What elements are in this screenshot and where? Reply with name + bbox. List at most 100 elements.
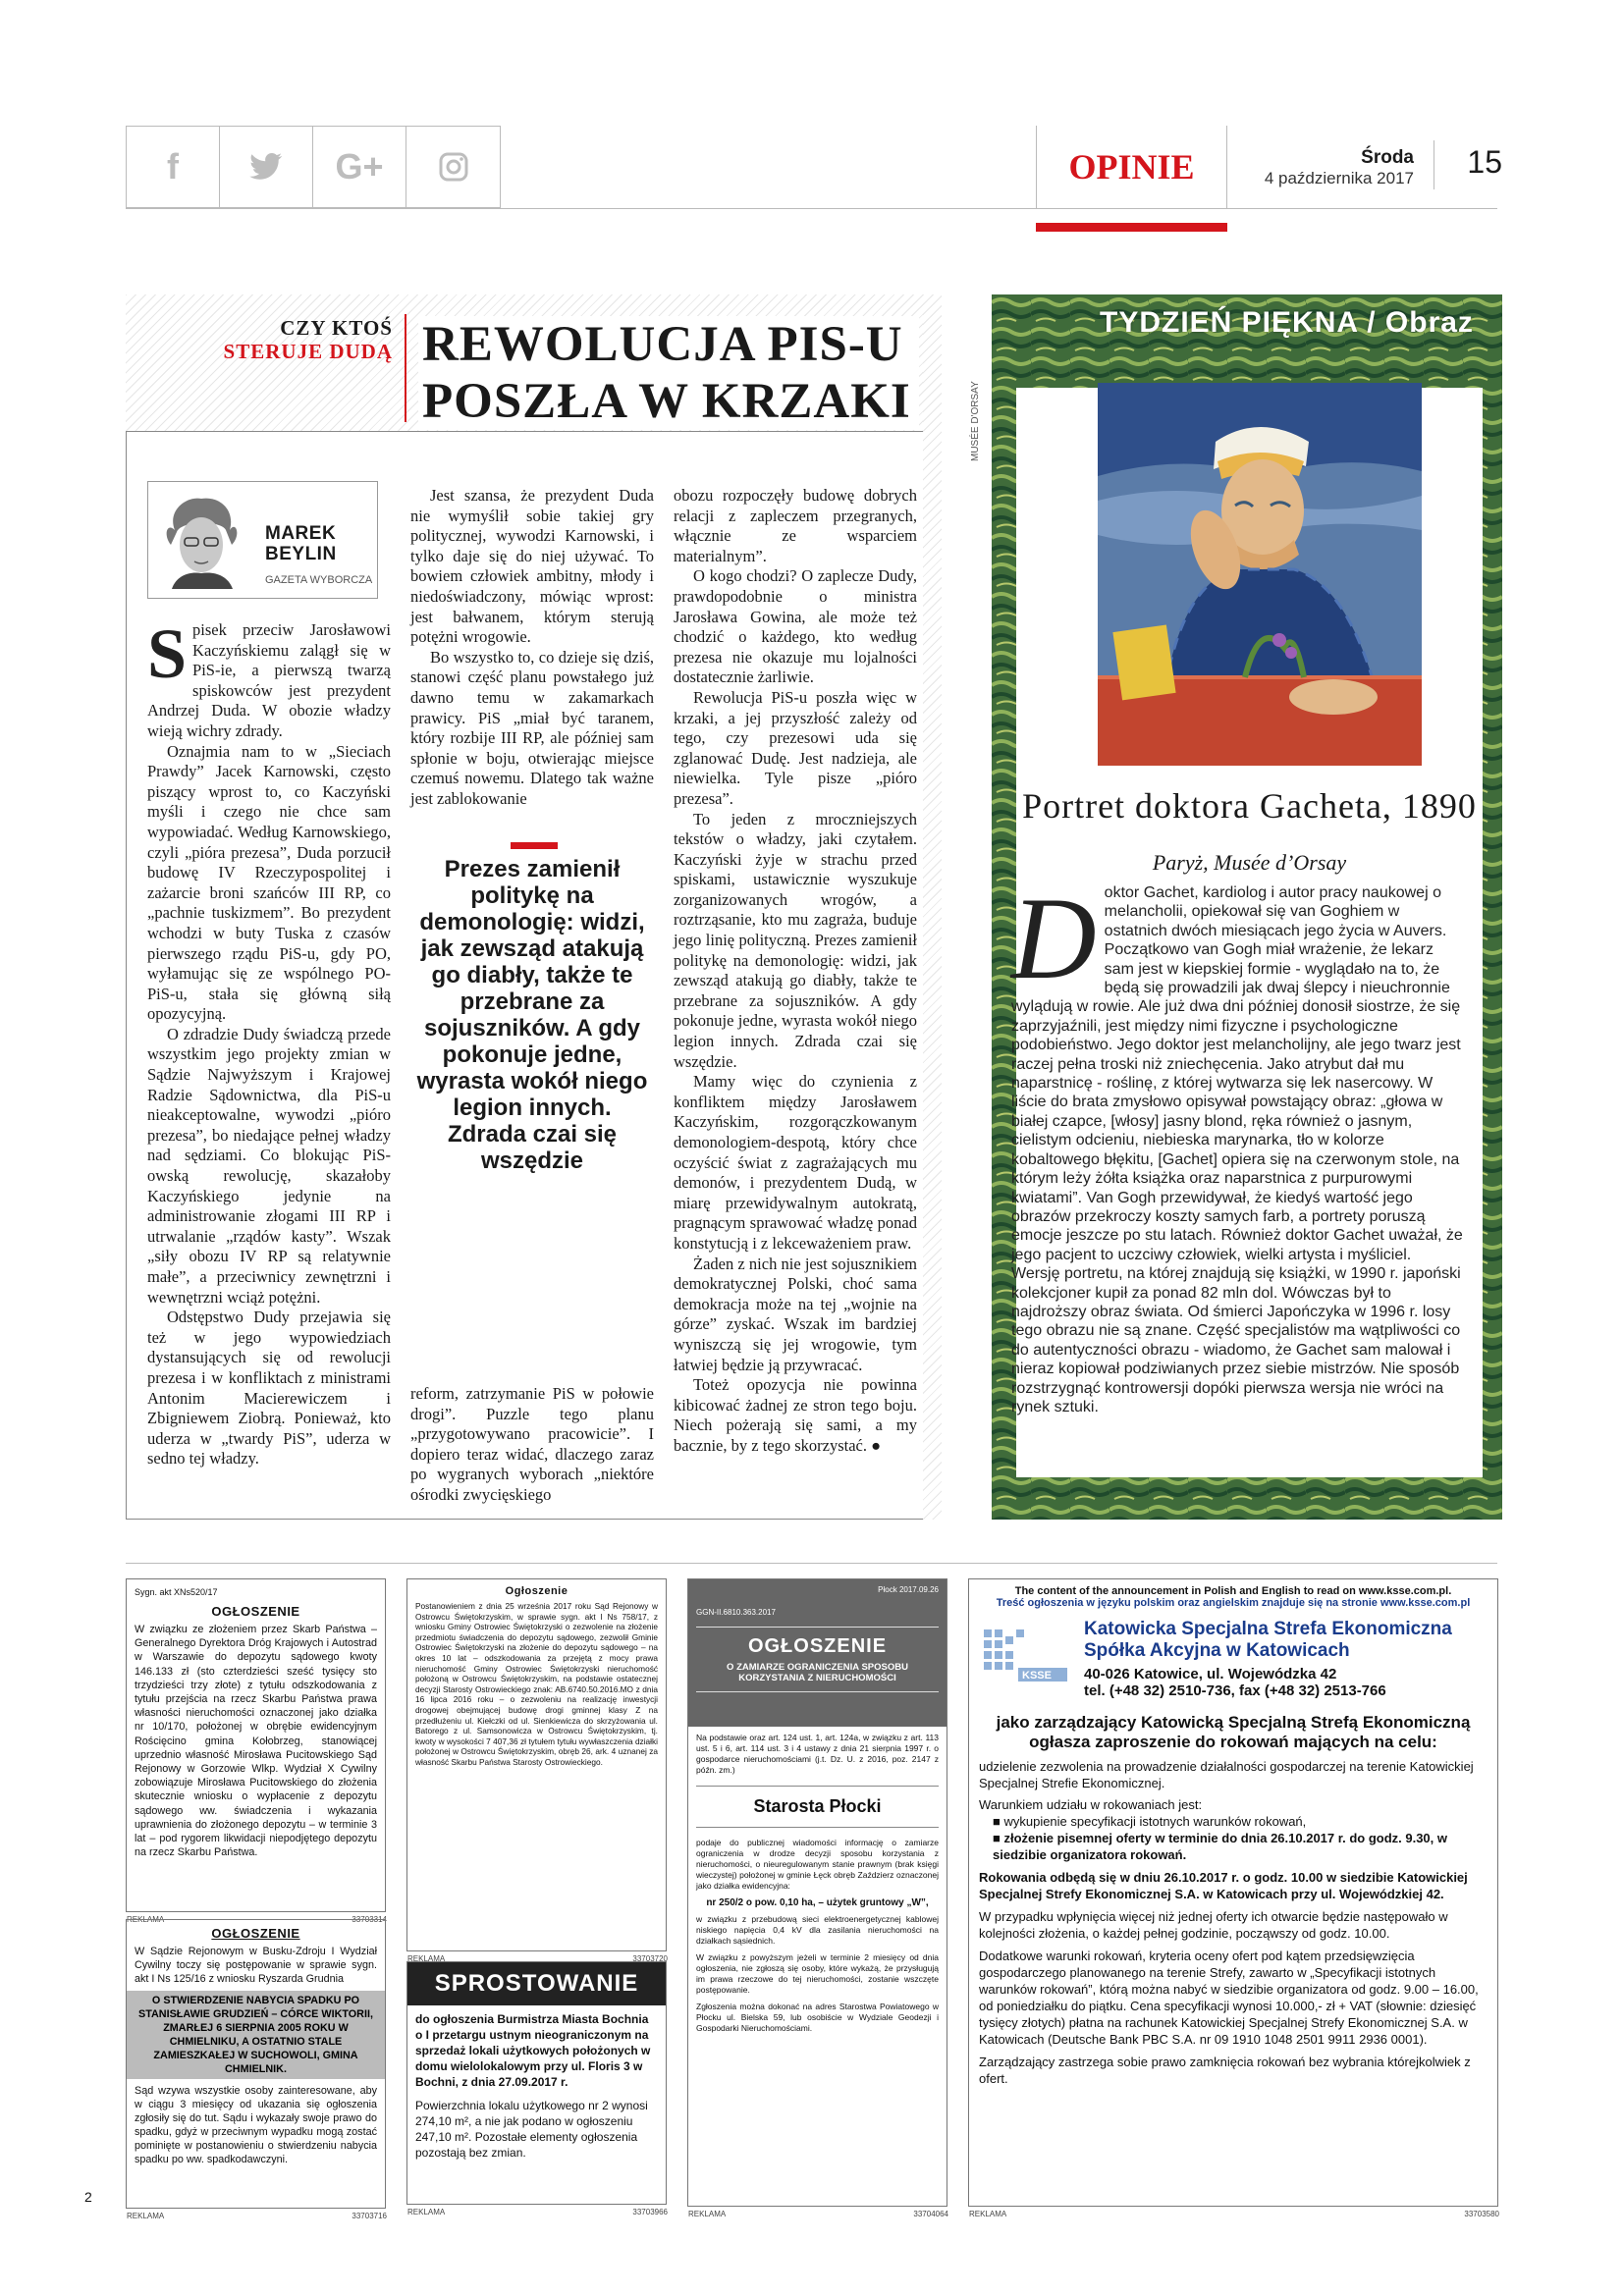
ad-condition-1: ■ wykupienie specyfikacji istotnych waru… [993, 1814, 1307, 1829]
ad-footer-code: 33703966 [632, 2208, 668, 2216]
painting-title: Portret doktora Gacheta, 1890 [1022, 786, 1477, 826]
ad-reference: Sygn. akt XNs520/17 [135, 1587, 218, 1597]
issue-date: 4 października 2017 [1264, 169, 1414, 187]
ad-footer: REKLAMA 33703716 [127, 2212, 387, 2220]
section-underline [1036, 223, 1227, 232]
ad-body-3: w związku z przebudową sieci elektroener… [696, 1914, 939, 1946]
ad-body-2: Sąd wzywa wszystkie osoby zainteresowane… [135, 2085, 377, 2165]
ad-org-line-2: Spółka Akcyjna w Katowicach [1084, 1640, 1350, 1661]
ads-divider [126, 1563, 1497, 1564]
headline-line-1: REWOLUCJA PIS-U [422, 317, 903, 372]
ad-notice-plock: Płock 2017.09.26 GGN-II.6810.363.2017 OG… [687, 1578, 948, 2218]
painting-section-badge: TYDZIEŃ PIĘKNA / Obraz [1100, 306, 1474, 339]
article-paragraph: Oznajmia nam to w „Sieciach Prawdy” Jace… [147, 741, 391, 1024]
ad-authority: Starosta Płocki [696, 1786, 939, 1828]
ad-title: OGŁOSZENIE [211, 1604, 300, 1619]
ad-body-5: Zgłoszenia można dokonać na adres Staros… [696, 2002, 939, 2033]
ad-footer: REKLAMA 33703966 [407, 2208, 668, 2216]
article-paragraph: obozu rozpoczęły budowę dobrych relacji … [674, 486, 917, 565]
ad-condition-2: ■ złożenie pisemnej oferty w terminie do… [993, 1831, 1447, 1862]
article-paragraph: Żaden z nich nie jest sojusznikiem demok… [674, 1254, 917, 1374]
article-column-3: obozu rozpoczęły budowę dobrych relacji … [674, 486, 917, 1457]
instagram-icon[interactable] [406, 127, 500, 207]
svg-text:KSSE: KSSE [1022, 1670, 1052, 1682]
ad-purpose: udzielenie zezwolenia na prowadzenie dzi… [979, 1759, 1474, 1790]
article-paragraph: Bo wszystko to, co dzieje się dziś, stan… [410, 647, 654, 808]
author-publication: GAZETA WYBORCZA [265, 574, 373, 586]
page-number: 15 [1434, 140, 1502, 189]
article-paragraph: Odstępstwo Dudy przejawia się też w jego… [147, 1308, 391, 1468]
ad-footer-code: 33703716 [352, 2212, 387, 2220]
ad-note-pl: Treść ogłoszenia w języku polskim oraz a… [996, 1597, 1471, 1609]
ad-body-2: Powierzchnia lokalu użytkowego nr 2 wyno… [415, 2099, 648, 2160]
author-name: MAREK BEYLIN [265, 523, 373, 564]
author-photo [157, 491, 245, 589]
ad-phones: tel. (+48 32) 2510-736, fax (+48 32) 251… [1084, 1682, 1386, 1699]
ad-heading-1: jako zarządzający Katowicką Specjalną St… [996, 1713, 1471, 1732]
ad-heading-2: ogłasza zaproszenie do rokowań mających … [1029, 1733, 1437, 1751]
article-column-2: Jest szansa, że prezydent Duda nie wymyś… [410, 486, 654, 810]
ad-paragraph-1: W przypadku wpłynięcia więcej niż jednej… [979, 1909, 1448, 1941]
kicker-line-1: CZY KTOŚ [280, 316, 393, 340]
pull-quote: Prezes zamienił politykę na demonologię:… [416, 856, 648, 1174]
article-hatch-edge [923, 294, 942, 1520]
ad-footer-code: 33703580 [1464, 2210, 1499, 2218]
author-first-name: MAREK [265, 523, 337, 544]
headline-line-2: POSZŁA W KRZAKI [422, 374, 911, 429]
ad-paragraph-2: Dodatkowe warunki rokowań, kryteria ocen… [979, 1949, 1479, 2047]
article-paragraph: Jest szansa, że prezydent Duda nie wymyś… [410, 486, 654, 647]
ad-footer: REKLAMA 33703580 [969, 2210, 1499, 2218]
issue-day: Środa [1361, 147, 1414, 168]
ad-paragraph-3: Zarządzający zastrzega sobie prawo zamkn… [979, 2055, 1471, 2086]
ad-footer-code: 33704064 [913, 2210, 948, 2218]
author-last-name: BEYLIN [265, 544, 337, 564]
painting-dropcap: D [1011, 873, 1097, 1003]
ad-body: W Sądzie Rejonowym w Busku-Zdroju I Wydz… [135, 1946, 377, 1985]
ad-subtitle: O ZAMIARZE OGRANICZENIA SPOSOBU KORZYSTA… [727, 1662, 908, 1683]
ad-reference: GGN-II.6810.363.2017 [696, 1608, 776, 1617]
ad-body: Na podstawie oraz art. 124 ust. 1, art. … [696, 1733, 939, 1775]
ad-place-date: Płock 2017.09.26 [878, 1585, 939, 1594]
ad-footer-label: REKLAMA [688, 2210, 727, 2218]
ad-date-info: Rokowania odbędą się w dniu 26.10.2017 r… [979, 1870, 1468, 1901]
ad-ksse-katowice: The content of the announcement in Polis… [968, 1578, 1499, 2218]
ad-body: Postanowieniem z dnia 25 września 2017 r… [415, 1601, 658, 1767]
google-plus-icon[interactable]: G+ [313, 127, 406, 207]
ad-title: Ogłoszenie [505, 1585, 568, 1597]
ad-footer: REKLAMA 33704064 [688, 2210, 948, 2218]
ksse-logo: KSSE [984, 1629, 1067, 1682]
twitter-icon[interactable] [220, 127, 313, 207]
pull-quote-bar [511, 842, 558, 849]
article-paragraph: To jeden z mroczniejszych tekstów o wład… [674, 809, 917, 1071]
painting-description: Doktor Gachet, kardiolog i autor pracy n… [1011, 873, 1463, 1416]
photo-credit: MUSÉE D'ORSAY [970, 381, 981, 461]
ad-title: OGŁOSZENIE [211, 1926, 300, 1941]
ad-body-2: podaje do publicznej wiadomości informac… [696, 1838, 939, 1891]
ad-parcel: nr 250/2 o pow. 0,10 ha, – użytek grunto… [706, 1897, 929, 1908]
side-page-marker: 2 [84, 2189, 92, 2205]
article-headline: REWOLUCJA PIS-U POSZŁA W KRZAKI [418, 316, 919, 430]
ad-correction-bochnia: SPROSTOWANIE do ogłoszenia Burmistrza Mi… [406, 1961, 668, 2216]
article-paragraph: Rewolucja PiS-u poszła więc w krzaki, a … [674, 687, 917, 808]
ad-footer-label: REKLAMA [127, 2212, 165, 2220]
article-paragraph: Toteż opozycja nie powinna kibicować żad… [674, 1375, 917, 1455]
article-column-2-continued: reform, zatrzymanie PiS w połowie drogi”… [410, 1384, 654, 1506]
ad-notice-busko: OGŁOSZENIE W Sądzie Rejonowym w Busku-Zd… [126, 1919, 387, 2220]
facebook-icon[interactable]: f [127, 127, 220, 207]
social-share-bar: f G+ [126, 126, 501, 208]
ad-conditions-intro: Warunkiem udziału w rokowaniach jest: [979, 1797, 1203, 1812]
painting-image [1098, 383, 1422, 766]
ad-title: OGŁOSZENIE [747, 1635, 888, 1657]
ad-notice-gorzow: Sygn. akt XNs520/17 OGŁOSZENIE W związku… [126, 1578, 387, 1924]
kicker-divider [405, 314, 406, 422]
ad-footer-label: REKLAMA [969, 2210, 1007, 2218]
ad-highlight: O STWIERDZENIE NABYCIA SPADKU PO STANISŁ… [127, 1991, 385, 2079]
ad-notice-ostrowiec: Ogłoszenie Postanowieniem z dnia 25 wrze… [406, 1578, 668, 1963]
ad-footer-label: REKLAMA [407, 2208, 446, 2216]
article-paragraph: O zdradzie Dudy świadczą przede wszystki… [147, 1024, 391, 1307]
ad-body: W związku ze złożeniem przez Skarb Państ… [135, 1624, 377, 1859]
article-paragraph: O kogo chodzi? O zaplecze Dudy, prawdopo… [674, 566, 917, 687]
section-label: OPINIE [1036, 126, 1227, 208]
article-dropcap: S [147, 614, 188, 693]
ad-org-line-1: Katowicka Specjalna Strefa Ekonomiczna [1084, 1619, 1452, 1639]
